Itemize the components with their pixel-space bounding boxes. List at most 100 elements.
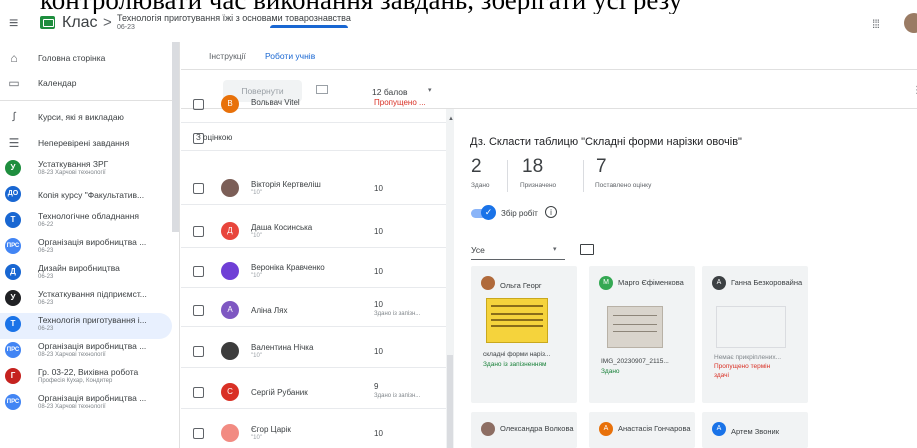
email-icon[interactable]	[316, 85, 328, 94]
sidebar-item-calendar[interactable]: ▭ Календар	[0, 71, 172, 97]
course-avatar: ПРС	[5, 238, 21, 254]
row-checkbox[interactable]	[193, 266, 204, 277]
stat-assigned-count[interactable]: 18	[522, 156, 543, 178]
more-options-icon[interactable]: ⋮	[912, 85, 917, 96]
avatar: С	[221, 383, 239, 401]
student-grade[interactable]: 10	[374, 300, 383, 309]
avatar	[481, 422, 495, 436]
student-name: Марго Єфіменкова	[618, 278, 684, 287]
sidebar-item-to-review[interactable]: ☰ Неперевірені завдання	[0, 131, 172, 157]
apps-grid-icon[interactable]: ⁞⁞⁞	[872, 17, 880, 31]
submission-card[interactable]: А Ганна Безкоровайна Немає прикріплених.…	[702, 266, 808, 403]
submission-status: Здано із запізн...	[374, 311, 421, 317]
row-checkbox[interactable]	[193, 305, 204, 316]
submission-status: Здано із запізн...	[374, 393, 421, 399]
sidebar-course[interactable]: ПРС Організація виробництва ... 08-23 Ха…	[0, 391, 172, 417]
filter-select[interactable]: Усе	[471, 245, 485, 255]
sidebar-item-home[interactable]: ⌂ Головна сторінка	[0, 46, 172, 72]
student-private-comment: "10"	[251, 353, 262, 359]
sidebar-course[interactable]: ПРС Організація виробництва ... 06-23	[0, 235, 172, 261]
section-header-graded[interactable]: З оцінкою	[181, 123, 446, 151]
table-row[interactable]: Д Даша Косинська "10" 10	[181, 215, 446, 248]
attachment-name[interactable]: складні форми наріз...	[483, 351, 550, 358]
student-name: Вікторія Кертвеліш	[251, 180, 321, 189]
sidebar-course[interactable]: ПРС Організація виробництва ... 08-23 Ха…	[0, 339, 172, 365]
sidebar-course[interactable]: Т Технологічне обладнання 06-22	[0, 209, 172, 235]
student-grade[interactable]: 10	[374, 227, 383, 236]
row-checkbox[interactable]	[193, 428, 204, 439]
tab-student-work[interactable]: Роботи учнів	[265, 51, 315, 61]
empty-attachment-placeholder	[716, 306, 786, 348]
attachment-thumbnail[interactable]	[607, 306, 663, 348]
sidebar-course[interactable]: Д Дизайн виробництва 06-23	[0, 261, 172, 287]
row-checkbox[interactable]	[193, 183, 204, 194]
scroll-up-icon[interactable]: ▲	[448, 116, 454, 122]
submission-status: Здано	[601, 368, 620, 375]
sidebar-course[interactable]: ДО Копія курсу "Факультатив...	[0, 183, 172, 209]
top-bar: ≡ Клас > Технологія приготування їжі з о…	[0, 10, 917, 42]
attachment-name[interactable]: IMG_20230907_2115...	[601, 358, 669, 365]
student-grade[interactable]: 10	[374, 347, 383, 356]
people-icon: ꭍ	[11, 110, 17, 124]
table-row[interactable]: Валентина Нічка "10" 10	[181, 335, 446, 368]
student-name: Олександра Волкова	[500, 424, 574, 433]
student-grade[interactable]: 10	[374, 429, 383, 438]
student-name: Вольвач Vitel	[251, 98, 300, 107]
course-avatar: У	[5, 160, 21, 176]
student-grade[interactable]: 10	[374, 267, 383, 276]
submission-card[interactable]: А Артем Звоник	[702, 412, 808, 448]
student-name: Ганна Безкоровайна	[731, 278, 803, 287]
sidebar-course[interactable]: Г Гр. 03-22, Вихівна робота Професія Кух…	[0, 365, 172, 391]
submission-card[interactable]: Олександра Волкова	[471, 412, 577, 448]
menu-icon[interactable]: ≡	[9, 15, 18, 33]
row-checkbox[interactable]	[193, 226, 204, 237]
course-avatar: Т	[5, 212, 21, 228]
breadcrumb-class[interactable]: Клас	[62, 14, 98, 32]
sidebar-course[interactable]: У Устаткування ЗРГ 08-23 Харчові техноло…	[0, 157, 172, 183]
sidebar-scrollbar[interactable]	[172, 42, 179, 232]
student-name: Єгор Царік	[251, 425, 291, 434]
stat-turned-in-count[interactable]: 2	[471, 156, 482, 178]
breadcrumb-course-title[interactable]: Технологія приготування їжі з основами т…	[117, 13, 351, 23]
submission-card[interactable]: М Марго Єфіменкова IMG_20230907_2115... …	[589, 266, 695, 403]
sidebar-item-label: Курси, які я викладаю	[38, 112, 124, 122]
table-row[interactable]: А Аліна Лях 10 Здано із запізн...	[181, 294, 446, 327]
table-row[interactable]: Вероніка Кравченко "10" 10	[181, 255, 446, 288]
sidebar-course[interactable]: У Усткаткування підприємст... 06-23	[0, 287, 172, 313]
stat-graded-label: Поставлено оцінку	[595, 182, 652, 189]
table-row[interactable]: С Сергій Рубаник 9 Здано із запізн...	[181, 376, 446, 409]
submission-status-cont: здачі	[714, 372, 729, 379]
assignment-title: Дз. Скласти таблицю "Складні форми наріз…	[470, 136, 742, 148]
list-scrollbar-thumb[interactable]	[447, 355, 453, 448]
row-checkbox[interactable]	[193, 387, 204, 398]
sidebar-item-teaching[interactable]: ꭍ Курси, які я викладаю	[0, 105, 172, 131]
student-name: Вероніка Кравченко	[251, 263, 325, 272]
tab-instructions[interactable]: Інструкції	[209, 51, 246, 61]
course-avatar: ДО	[5, 186, 21, 202]
student-grade[interactable]: 9	[374, 382, 378, 391]
sidebar-course-active[interactable]: Т Технологія приготування і... 06-23	[0, 313, 172, 339]
folder-icon[interactable]	[580, 244, 594, 255]
course-name: Організація виробництва ...	[38, 237, 147, 247]
row-checkbox[interactable]	[193, 99, 204, 110]
table-row[interactable]: Вікторія Кертвеліш "10" 10	[181, 172, 446, 205]
tasks-icon: ☰	[8, 136, 20, 150]
course-avatar: Д	[5, 264, 21, 280]
course-name: Технологічне обладнання	[38, 211, 139, 221]
student-grade[interactable]: 10	[374, 184, 383, 193]
row-checkbox[interactable]	[193, 346, 204, 357]
chevron-down-icon: ▾	[553, 246, 557, 253]
student-name: Сергій Рубаник	[251, 388, 308, 397]
info-icon[interactable]: i	[545, 206, 557, 218]
table-row[interactable]: Єгор Царік "10" 10	[181, 417, 446, 448]
stat-graded-count[interactable]: 7	[596, 156, 607, 178]
course-avatar: Т	[5, 316, 21, 332]
table-row[interactable]: В Вольвач Vitel Пропущено ...	[181, 95, 446, 123]
submission-card[interactable]: Ольга Георг складні форми наріз... Здано…	[471, 266, 577, 403]
attachment-thumbnail[interactable]	[486, 298, 548, 343]
account-avatar[interactable]	[904, 13, 917, 33]
submission-card[interactable]: А Анастасія Гончарова	[589, 412, 695, 448]
course-name: Гр. 03-22, Вихівна робота	[38, 367, 139, 377]
no-attachment-label: Немає прикріплених...	[714, 354, 781, 361]
course-avatar: Г	[5, 368, 21, 384]
